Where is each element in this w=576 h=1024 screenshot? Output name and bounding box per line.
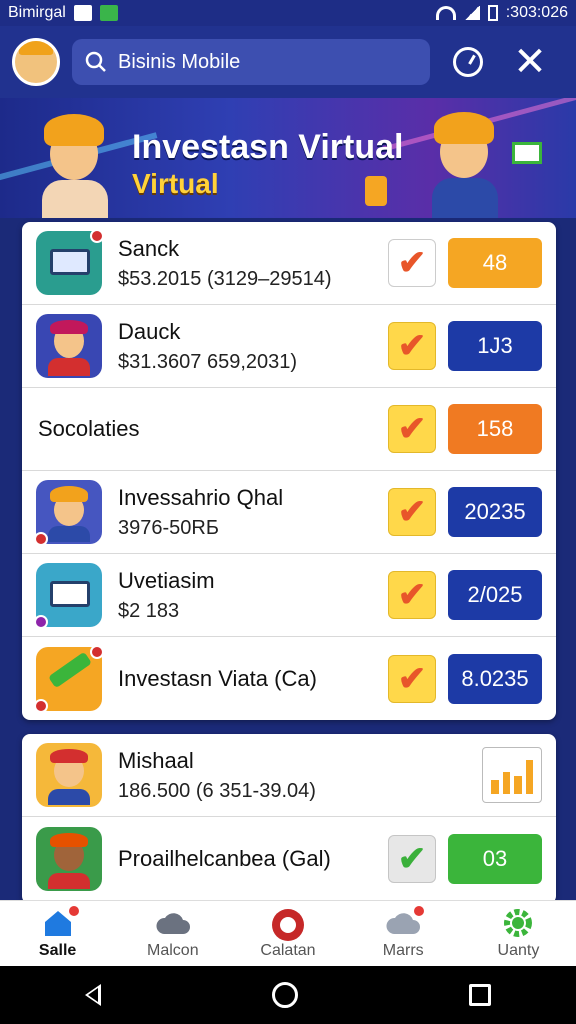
avatar-icon — [36, 743, 102, 807]
item-subtitle: $2 183 — [118, 599, 180, 622]
banner-title: Investasn Virtual — [132, 128, 404, 166]
nav-item-salle[interactable]: Salle — [0, 901, 115, 966]
value-badge[interactable]: 48 — [448, 238, 542, 288]
system-nav-bar — [0, 966, 576, 1024]
list-item[interactable]: Mishaal 186.500 (6 351-39.04) — [22, 734, 556, 817]
status-time: :303:026 — [505, 4, 568, 21]
check-button[interactable]: ✔ — [388, 834, 436, 883]
cloud-alert-icon — [386, 903, 427, 938]
app-bar: ✕ — [0, 26, 576, 98]
home-button-icon[interactable] — [271, 982, 298, 1008]
avatar[interactable] — [12, 38, 60, 86]
hero-banner: Investasn Virtual Virtual — [0, 98, 576, 218]
back-icon[interactable] — [85, 984, 102, 1006]
investment-list: Sanck $53.2015 (3129–29514) ✔ 48 Dauck $… — [22, 222, 556, 720]
secondary-list: Mishaal 186.500 (6 351-39.04) Proailhelc… — [22, 734, 556, 904]
item-title: Proailhelcanbea (Gal) — [118, 845, 331, 871]
check-button[interactable]: ✔ — [388, 322, 436, 370]
nav-label: Uanty — [497, 941, 540, 959]
search-bar[interactable] — [72, 39, 430, 85]
nav-item-malcon[interactable]: Malcon — [115, 901, 230, 966]
item-title: Socolaties — [38, 416, 140, 441]
value-badge[interactable]: 03 — [448, 833, 542, 884]
value-badge[interactable]: 2/025 — [448, 570, 542, 620]
item-subtitle: $31.3607 659,2031) — [118, 350, 298, 373]
nav-label: Marrs — [382, 941, 424, 959]
wifi-icon — [435, 6, 456, 20]
item-title: Dauck — [118, 318, 181, 344]
check-button[interactable]: ✔ — [388, 571, 436, 619]
check-button[interactable]: ✔ — [388, 654, 436, 703]
item-title: Sanck — [118, 235, 180, 261]
search-icon — [85, 51, 106, 72]
bar-chart-button[interactable] — [482, 747, 542, 803]
banner-subtitle: Virtual — [132, 168, 219, 199]
battery-icon — [487, 5, 498, 21]
nav-item-uanty[interactable]: Uanty — [461, 901, 576, 966]
avatar-icon — [36, 826, 102, 891]
item-title: Mishaal — [118, 747, 194, 773]
mail-icon — [512, 142, 542, 164]
worker-mascot-illustration — [30, 108, 120, 218]
history-button[interactable] — [444, 38, 492, 86]
nav-item-marrs[interactable]: Marrs — [346, 901, 461, 966]
signal-icon — [463, 6, 480, 20]
search-input[interactable] — [118, 50, 408, 74]
item-title: Invessahrio Qhal — [118, 484, 284, 510]
close-icon: ✕ — [513, 40, 547, 84]
nav-item-calatan[interactable]: Calatan — [230, 901, 345, 966]
value-badge[interactable]: 8.0235 — [448, 653, 542, 704]
value-badge[interactable]: 158 — [448, 404, 542, 454]
item-title: Uvetiasim — [118, 567, 215, 593]
home-icon — [41, 903, 81, 938]
growth-arrow-icon — [34, 644, 104, 713]
nav-label: Salle — [38, 941, 77, 959]
check-button[interactable]: ✔ — [388, 239, 436, 287]
item-subtitle: $53.2015 (3129–29514) — [118, 267, 332, 290]
bottom-nav: Salle Malcon Calatan Marrs Uanty — [0, 900, 576, 966]
nav-label: Malcon — [147, 941, 199, 959]
list-item[interactable]: Investasn Viata (Ca) ✔ 8.0235 — [22, 637, 556, 720]
item-subtitle: 186.500 (6 351-39.04) — [118, 779, 316, 802]
list-item[interactable]: Invessahrio Qhal 3976-50RБ ✔ 20235 — [22, 471, 556, 554]
mascot-icon — [271, 908, 305, 941]
avatar-icon — [36, 314, 102, 378]
check-button[interactable]: ✔ — [388, 488, 436, 536]
clock-icon — [453, 47, 483, 77]
item-subtitle: 3976-50RБ — [118, 516, 219, 539]
businessman-mascot-illustration — [420, 106, 510, 218]
list-item[interactable]: Proailhelcanbea (Gal) ✔ 03 — [22, 817, 556, 900]
app-notification-icon — [99, 5, 118, 21]
gear-icon — [501, 908, 535, 938]
status-bar: Bimirgal :303:026 — [0, 0, 576, 26]
value-badge[interactable]: 1J3 — [448, 321, 542, 371]
list-item[interactable]: Sanck $53.2015 (3129–29514) ✔ 48 — [22, 222, 556, 305]
laptop-icon — [34, 563, 102, 629]
list-item[interactable]: Dauck $31.3607 659,2031) ✔ 1J3 — [22, 305, 556, 388]
worker-avatar-icon — [34, 480, 102, 546]
coin-icon — [365, 176, 387, 206]
photo-notification-icon — [73, 5, 92, 21]
list-item[interactable]: Socolaties ✔ 158 — [22, 388, 556, 471]
close-button[interactable]: ✕ — [506, 38, 554, 86]
value-badge[interactable]: 20235 — [448, 487, 542, 537]
laptop-icon — [36, 229, 104, 295]
nav-label: Calatan — [260, 941, 316, 959]
item-title: Investasn Viata (Ca) — [118, 665, 317, 691]
check-button[interactable]: ✔ — [388, 405, 436, 453]
carrier-label: Bimirgal — [8, 4, 66, 21]
list-item[interactable]: Uvetiasim $2 183 ✔ 2/025 — [22, 554, 556, 637]
recents-icon[interactable] — [468, 984, 491, 1006]
cloud-icon — [156, 908, 190, 938]
